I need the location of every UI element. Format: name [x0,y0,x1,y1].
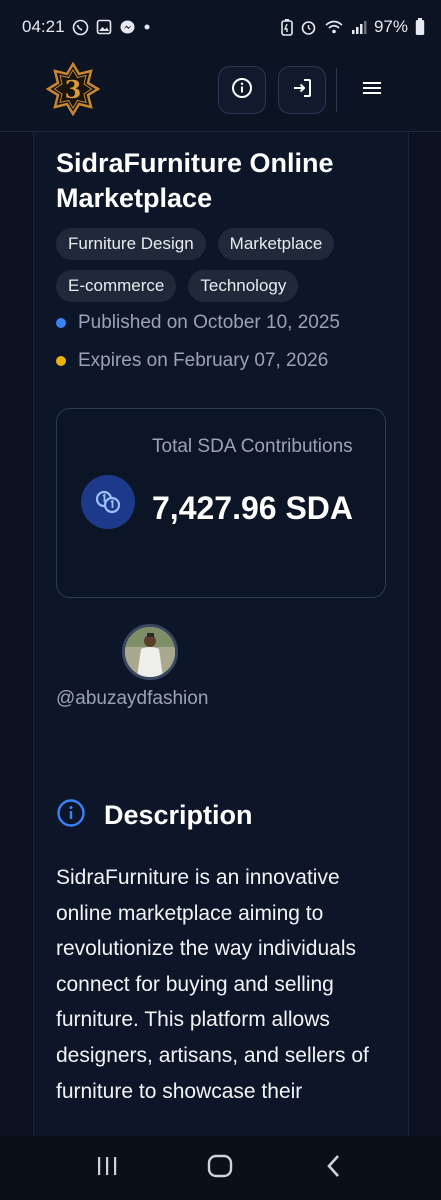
battery-saver-icon [281,18,293,36]
description-heading: Description [56,798,253,833]
avatar[interactable] [122,624,178,680]
status-time: 04:21 [22,17,65,36]
recents-icon [95,1155,119,1182]
info-icon [231,77,253,104]
login-button[interactable] [278,66,326,114]
status-right: 97% [281,17,425,37]
hamburger-menu-icon [362,80,382,101]
creator-username[interactable]: @abuzaydfashion [56,688,208,710]
wifi-icon [324,19,344,35]
contributions-value: 7,427.96 SDA [152,490,354,526]
login-icon [291,77,313,104]
tag-item[interactable]: Technology [188,270,299,302]
top-header: 3 [0,54,441,132]
status-bar: 04:21 97% [0,0,441,54]
back-button[interactable] [314,1148,354,1188]
dot-icon [143,23,151,31]
coins-icon [81,475,135,529]
expires-text: Expires on February 07, 2026 [78,350,329,371]
messenger-icon [119,19,136,36]
expires-dot-icon [56,356,66,366]
tag-list: Furniture Design Marketplace E-commerce … [56,228,396,302]
recents-button[interactable] [87,1148,127,1188]
info-circle-icon [56,798,86,833]
tag-item[interactable]: Furniture Design [56,228,206,260]
gallery-icon [96,19,112,35]
project-title: SidraFurniture Online Marketplace [56,148,334,213]
alarm-icon [300,19,317,36]
project-content: SidraFurniture Online Marketplace Furnit… [33,132,409,1136]
tag-item[interactable]: E-commerce [56,270,177,302]
header-divider [336,68,337,112]
status-left: 04:21 [22,17,151,37]
system-nav-bar [0,1136,441,1200]
contributions-label: Total SDA Contributions [152,436,353,457]
home-icon [207,1154,233,1183]
published-text: Published on October 10, 2025 [78,312,340,333]
menu-button[interactable] [350,66,394,114]
description-title: Description [104,800,253,830]
battery-percent: 97% [373,17,408,36]
contributions-card: Total SDA Contributions 7,427.96 SDA [56,408,386,598]
signal-icon [351,20,367,35]
home-button[interactable] [200,1148,240,1188]
battery-icon [415,18,425,36]
sidra-logo-icon[interactable]: 3 [45,61,101,117]
info-button[interactable] [218,66,266,114]
description-text: SidraFurniture is an innovative online m… [56,866,369,1103]
svg-text:3: 3 [65,75,82,104]
published-date: Published on October 10, 2025 [56,312,396,334]
published-dot-icon [56,318,66,328]
expires-date: Expires on February 07, 2026 [56,350,396,372]
tag-item[interactable]: Marketplace [217,228,335,260]
whatsapp-icon [72,19,89,36]
back-icon [326,1154,342,1183]
